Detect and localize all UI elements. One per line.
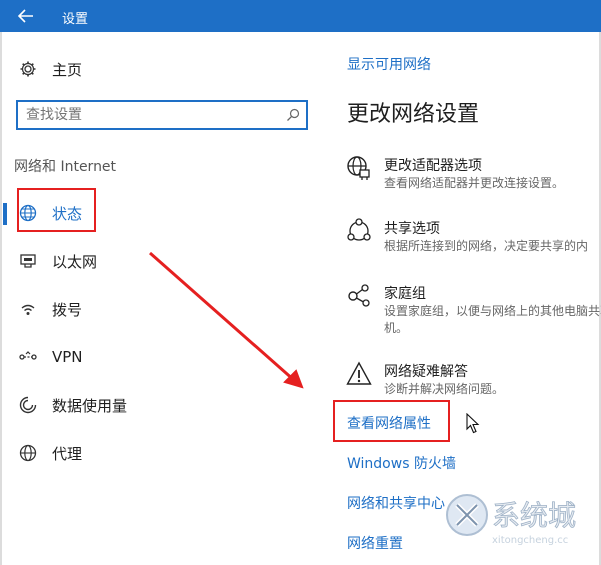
option-troubleshoot[interactable]: 网络疑难解答 诊断并解决网络问题。 xyxy=(346,361,601,401)
back-button[interactable] xyxy=(0,0,52,32)
nav-item-dialup[interactable]: 拨号 xyxy=(18,297,82,321)
show-available-networks-link[interactable]: 显示可用网络 xyxy=(347,54,431,74)
nav-item-label: 拨号 xyxy=(52,300,83,319)
selected-indicator xyxy=(3,203,7,225)
search-icon xyxy=(287,108,300,121)
nav-item-label: 数据使用量 xyxy=(52,396,128,415)
nav-item-label: 状态 xyxy=(52,204,83,223)
option-description: 根据所连接到的网络，决定要共享的内 xyxy=(384,239,589,253)
option-adapter[interactable]: 更改适配器选项 查看网络适配器并更改连接设置。 xyxy=(346,155,601,195)
option-title: 更改适配器选项 xyxy=(384,158,482,174)
nav-item-proxy[interactable]: 代理 xyxy=(18,441,82,465)
data-usage-icon xyxy=(18,395,38,415)
share-icon xyxy=(346,218,372,244)
nav-item-label: VPN xyxy=(52,348,83,366)
title-bar: 设置 xyxy=(0,0,601,32)
option-description: 诊断并解决网络问题。 xyxy=(384,382,505,396)
option-sharing[interactable]: 共享选项 根据所连接到的网络，决定要共享的内 xyxy=(346,218,601,258)
vpn-icon xyxy=(18,347,38,367)
nav-item-ethernet[interactable]: 以太网 xyxy=(18,249,97,273)
option-title: 家庭组 xyxy=(384,286,426,302)
network-sharing-center-link[interactable]: 网络和共享中心 xyxy=(347,493,445,513)
back-arrow-icon xyxy=(18,9,33,23)
option-title: 网络疑难解答 xyxy=(384,364,468,380)
option-homegroup[interactable]: 家庭组 设置家庭组，以便与网络上的其他电脑共享图片、音乐、文件和打印机。 机。 xyxy=(346,283,601,339)
nav-home[interactable]: 主页 xyxy=(18,57,82,81)
option-description-line2: 机。 xyxy=(384,321,409,335)
search-input[interactable] xyxy=(18,106,278,124)
option-description: 设置家庭组，以便与网络上的其他电脑共享图片、音乐、文件和打印机。 xyxy=(384,304,601,318)
search-field[interactable] xyxy=(16,100,308,130)
ethernet-icon xyxy=(18,251,38,271)
proxy-globe-icon xyxy=(18,443,38,463)
windows-firewall-link[interactable]: Windows 防火墙 xyxy=(347,453,456,473)
nav-item-vpn[interactable]: VPN xyxy=(18,345,83,369)
option-description: 查看网络适配器并更改连接设置。 xyxy=(384,176,565,190)
adapter-icon xyxy=(346,155,372,181)
nav-home-label: 主页 xyxy=(52,60,83,79)
homegroup-icon xyxy=(346,283,372,309)
nav-item-data-usage[interactable]: 数据使用量 xyxy=(18,393,127,417)
nav-item-status[interactable]: 状态 xyxy=(18,201,82,225)
page-heading: 更改网络设置 xyxy=(347,102,480,127)
network-reset-link[interactable]: 网络重置 xyxy=(347,533,403,553)
svg-text:系统城: 系统城 xyxy=(492,499,576,532)
window-title: 设置 xyxy=(62,12,89,27)
globe-icon xyxy=(18,203,38,223)
window-left-edge xyxy=(0,32,2,565)
option-title: 共享选项 xyxy=(384,221,440,237)
mouse-cursor-icon xyxy=(466,413,480,434)
gear-icon xyxy=(18,59,38,79)
nav-item-label: 代理 xyxy=(52,444,83,463)
annotation-arrow xyxy=(149,251,304,389)
svg-text:xitongcheng.cc: xitongcheng.cc xyxy=(492,535,568,546)
watermark-logo: 系统城 xitongcheng.cc xyxy=(440,487,598,547)
nav-item-label: 以太网 xyxy=(52,252,98,271)
view-network-properties-link[interactable]: 查看网络属性 xyxy=(347,413,431,433)
nav-section-title: 网络和 Internet xyxy=(14,159,117,175)
warning-icon xyxy=(346,361,372,387)
dialup-icon xyxy=(18,299,38,319)
